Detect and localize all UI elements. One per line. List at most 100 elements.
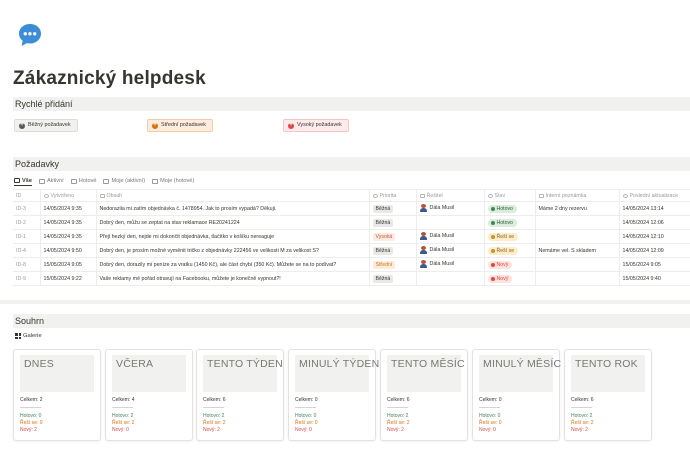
cell-content[interactable]: Dobrý den, dorazily mi peníze za vratku …	[95, 257, 369, 272]
status-dot-icon	[490, 262, 495, 267]
status-badge[interactable]: Řeší se	[487, 246, 519, 255]
chat-bubble-icon[interactable]	[17, 22, 43, 48]
cell-assignee[interactable]	[415, 271, 484, 286]
card-title: MINULÝ MĚSÍC	[483, 358, 562, 370]
cell-content[interactable]: Nedorazila mi zatím objednávka č. 147895…	[95, 201, 369, 216]
status-badge[interactable]: Hotovo	[487, 204, 517, 213]
avatar	[419, 245, 427, 254]
cell-content[interactable]: Dobrý den, můžu se zeptat na stav reklam…	[95, 215, 369, 230]
status-badge[interactable]: Hotovo	[487, 218, 517, 227]
table-row[interactable]: ID-4 14/05/2024 9:50 Dobrý den, je prosím …	[13, 243, 690, 258]
priority-tag[interactable]: Běžná	[372, 204, 394, 213]
column-header-priority[interactable]: Priorita	[368, 189, 416, 202]
cell-created: 15/05/2024 9:22	[39, 271, 96, 286]
status-badge[interactable]: Nový	[487, 260, 513, 269]
cell-priority[interactable]: Běžná	[368, 201, 416, 216]
status-badge[interactable]: Nový	[487, 274, 513, 283]
summary-card[interactable]: MINULÝ TÝDEN Celkem: 0 ------------------ H…	[288, 349, 379, 441]
cell-content[interactable]: Dobrý den, je prosím možné vyměnit tričk…	[95, 243, 369, 258]
cell-note[interactable]	[534, 215, 619, 230]
cell-priority[interactable]: Střední	[368, 257, 416, 272]
status-badge[interactable]: Řeší se	[487, 232, 519, 241]
tab-all[interactable]: Vše	[14, 176, 32, 186]
table-row[interactable]: ID-3 14/05/2024 9:35 Nedorazila mi zatím o…	[13, 201, 690, 216]
priority-tag[interactable]: Střední	[372, 260, 396, 269]
priority-tag[interactable]: Běžná	[372, 246, 394, 255]
cell-id: ID-4	[13, 243, 40, 258]
cell-note[interactable]	[534, 271, 619, 286]
assignee-person[interactable]: Dála Musil	[419, 203, 454, 212]
status-label: Hotovo	[496, 205, 513, 212]
card-total: Celkem: 6	[203, 397, 226, 403]
cell-assignee[interactable]: Dála Musil	[415, 257, 484, 272]
column-label: Priorita	[379, 192, 397, 199]
card-done-count: Hotovo: 0	[20, 413, 42, 419]
cell-note[interactable]: Máme 2 dny rezervu	[534, 201, 619, 216]
column-header-note[interactable]: Interní poznámka	[534, 189, 619, 202]
tab-done[interactable]: Hotové	[70, 176, 96, 186]
tab-my-done[interactable]: Moje (hotové)	[152, 176, 194, 186]
page-title: Zákaznický helpdesk	[13, 68, 206, 89]
card-title: TENTO MĚSÍC	[391, 358, 465, 370]
cell-status[interactable]: Hotovo	[483, 215, 535, 230]
table-row[interactable]: ID-1 14/05/2024 9:35 Přeji hezký den, nejd…	[13, 229, 690, 244]
tab-my-active[interactable]: Moje (aktivní)	[103, 176, 145, 186]
add-high-request-button[interactable]: Vysoký požadavek	[283, 119, 349, 132]
summary-card[interactable]: VČERA Celkem: 4 ------------------ Hotovo: …	[105, 349, 193, 441]
cell-status[interactable]: Řeší se	[483, 229, 535, 244]
priority-tag[interactable]: Běžná	[372, 274, 394, 283]
card-in-progress-count: Řeší se: 0	[295, 420, 318, 426]
column-header-status[interactable]: Stav	[483, 189, 535, 202]
table-row[interactable]: ID-9 15/05/2024 9:22 Vaše reklamy mě pořád…	[13, 271, 690, 286]
status-label: Nový	[496, 275, 509, 282]
summary-card[interactable]: TENTO ROK Celkem: 6 ------------------ Hoto…	[564, 349, 652, 441]
cell-assignee[interactable]: Dála Musil	[415, 229, 484, 244]
cell-assignee[interactable]: Dála Musil	[415, 243, 484, 258]
status-label: Hotovo	[496, 219, 513, 226]
column-header-id[interactable]: ID	[13, 189, 40, 202]
column-header-created[interactable]: Vytvořeno	[39, 189, 96, 202]
priority-tag[interactable]: Vysoká	[372, 232, 396, 241]
card-in-progress-count: Řeší se: 2	[203, 420, 226, 426]
cell-assignee[interactable]	[415, 215, 484, 230]
tab-active[interactable]: Aktivní	[38, 176, 64, 186]
table-icon	[70, 178, 77, 184]
card-new-count: Nový: 0	[295, 427, 312, 433]
summary-card[interactable]: TENTO TÝDEN Celkem: 6 ------------------ Ho…	[196, 349, 284, 441]
column-header-content[interactable]: Obsah	[95, 189, 369, 202]
card-new-count: Nový: 2	[203, 427, 220, 433]
add-normal-request-button[interactable]: Běžný požadavek	[14, 119, 78, 132]
priority-tag[interactable]: Běžná	[372, 218, 394, 227]
column-label: Vytvořeno	[50, 192, 75, 199]
cell-status[interactable]: Nový	[483, 257, 535, 272]
assignee-person[interactable]: Dála Musil	[419, 231, 454, 240]
cell-assignee[interactable]: Dála Musil	[415, 201, 484, 216]
plus-circle-icon	[19, 122, 25, 129]
cell-priority[interactable]: Běžná	[368, 271, 416, 286]
cell-content[interactable]: Přeji hezký den, nejde mi dokončit objed…	[95, 229, 369, 244]
add-medium-request-button[interactable]: Střední požadavek	[147, 119, 213, 132]
column-label: Stav	[494, 192, 506, 199]
cell-status[interactable]: Řeší se	[483, 243, 535, 258]
cell-priority[interactable]: Běžná	[368, 215, 416, 230]
cell-priority[interactable]: Vysoká	[368, 229, 416, 244]
cell-note[interactable]	[534, 229, 619, 244]
cell-note[interactable]	[534, 257, 619, 272]
cell-content[interactable]: Vaše reklamy mě pořád otravují na Facebo…	[95, 271, 369, 286]
card-done-count: Hotovo: 0	[479, 413, 501, 419]
cell-status[interactable]: Hotovo	[483, 201, 535, 216]
column-header-assignee[interactable]: Řešitel	[415, 189, 484, 202]
assignee-person[interactable]: Dála Musil	[419, 259, 454, 268]
table-row[interactable]: ID-2 14/05/2024 9:35 Dobrý den, můžu se ze…	[13, 215, 690, 230]
summary-card[interactable]: TENTO MĚSÍC Celkem: 6 ------------------ Ho…	[380, 349, 468, 441]
summary-card[interactable]: MINULÝ MĚSÍC Celkem: 0 ------------------ H…	[472, 349, 562, 441]
table-row[interactable]: ID-8 15/05/2024 9:05 Dobrý den, dorazily m…	[13, 257, 690, 272]
cell-note[interactable]: Nemáme vel. S skladem	[534, 243, 619, 258]
column-header-updated[interactable]: Poslední aktualizace	[618, 189, 690, 202]
gallery-view-tab[interactable]: Galerie	[15, 333, 42, 339]
assignee-person[interactable]: Dála Musil	[419, 245, 454, 254]
cell-created: 14/05/2024 9:35	[39, 215, 96, 230]
summary-card[interactable]: DNES Celkem: 2 ------------------ Hotovo: 0…	[13, 349, 101, 441]
cell-status[interactable]: Nový	[483, 271, 535, 286]
cell-priority[interactable]: Běžná	[368, 243, 416, 258]
